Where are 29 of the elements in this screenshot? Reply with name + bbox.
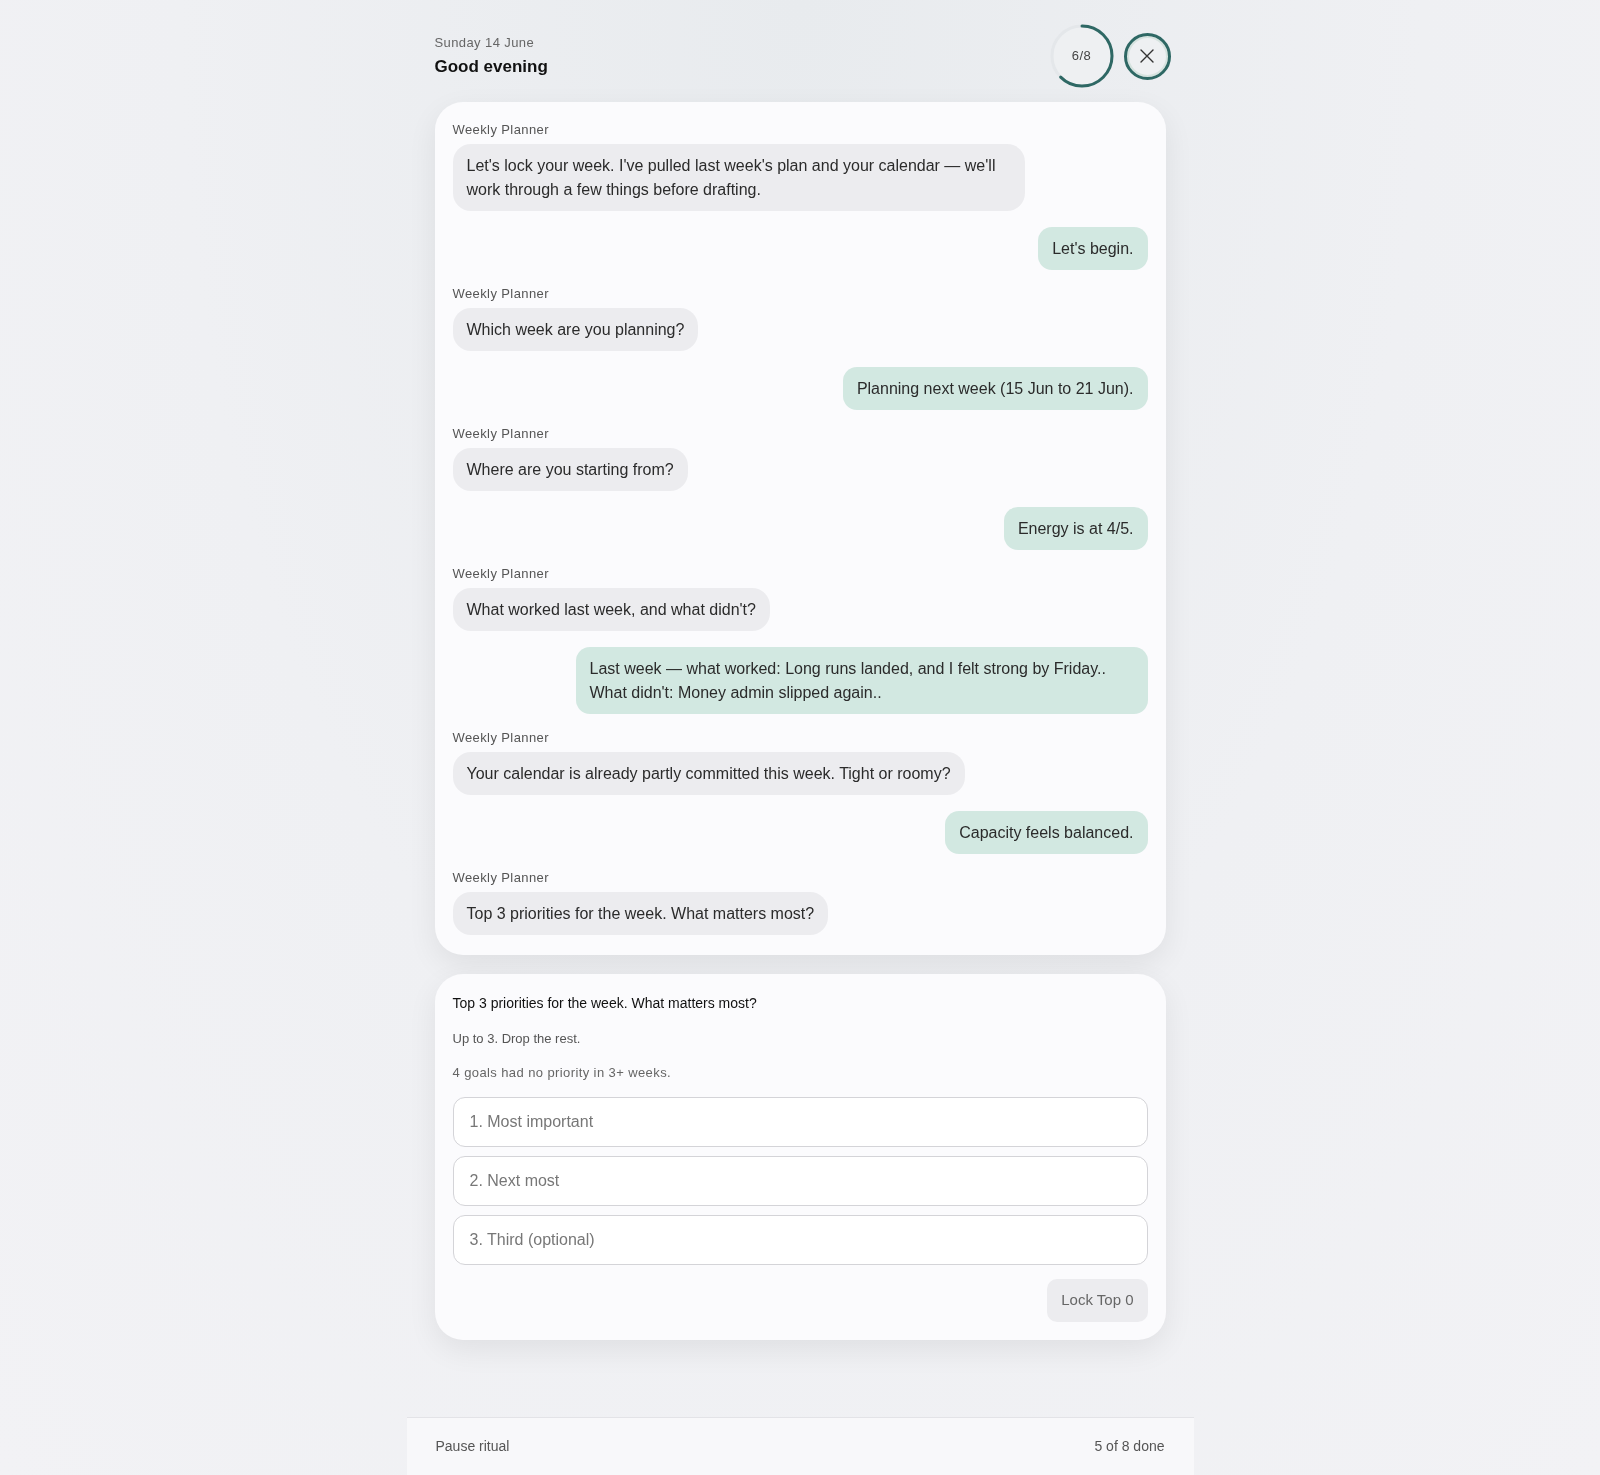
pause-button[interactable]: Pause ritual — [435, 1436, 510, 1457]
user-message: Capacity feels balanced. — [945, 811, 1148, 854]
priority-input[interactable]: 2. Next most — [452, 1156, 1148, 1206]
user-message: Last week — what worked: Long runs landed, and I felt strong by Friday.. What didn't: Money admin slipped again.. — [575, 647, 1148, 714]
assistant-message: Let's lock your week. I've pulled last week's plan and your calendar — we'll work through a few things before drafting. — [452, 144, 1025, 211]
close-icon — [1140, 49, 1154, 63]
greeting-title: Good evening — [434, 56, 548, 78]
sender-label: Weekly Planner — [452, 122, 549, 138]
user-message: Let's begin. — [1038, 227, 1148, 270]
priority-input[interactable]: 1. Most important — [452, 1097, 1148, 1147]
sender-label: Weekly Planner — [452, 870, 549, 886]
assistant-message: Which week are you planning? — [452, 308, 699, 351]
sender-label: Weekly Planner — [452, 286, 549, 302]
user-message: Energy is at 4/5. — [1003, 507, 1148, 550]
question-title: Top 3 priorities for the week. What matters most? — [452, 994, 758, 1013]
assistant-message: Your calendar is already partly committed this week. Tight or roomy? — [452, 752, 965, 795]
assistant-message: Top 3 priorities for the week. What matters most? — [452, 892, 829, 935]
priority-input[interactable]: 3. Third (optional) — [452, 1215, 1148, 1265]
sender-label: Weekly Planner — [452, 566, 549, 582]
assistant-message: Where are you starting from? — [452, 448, 688, 491]
instruction-text: Up to 3. Drop the rest. — [452, 1030, 582, 1048]
assistant-message: What worked last week, and what didn't? — [452, 588, 770, 631]
sender-label: Weekly Planner — [452, 426, 549, 442]
sender-label: Weekly Planner — [452, 730, 549, 746]
hint-text: 4 goals had no priority in 3+ weeks. — [452, 1064, 673, 1082]
user-message: Planning next week (15 Jun to 21 Jun). — [842, 367, 1148, 410]
date-label: Sunday 14 June — [434, 34, 536, 52]
progress-status: 5 of 8 done — [1094, 1437, 1165, 1456]
progress-label: 6/8 — [1071, 48, 1092, 64]
